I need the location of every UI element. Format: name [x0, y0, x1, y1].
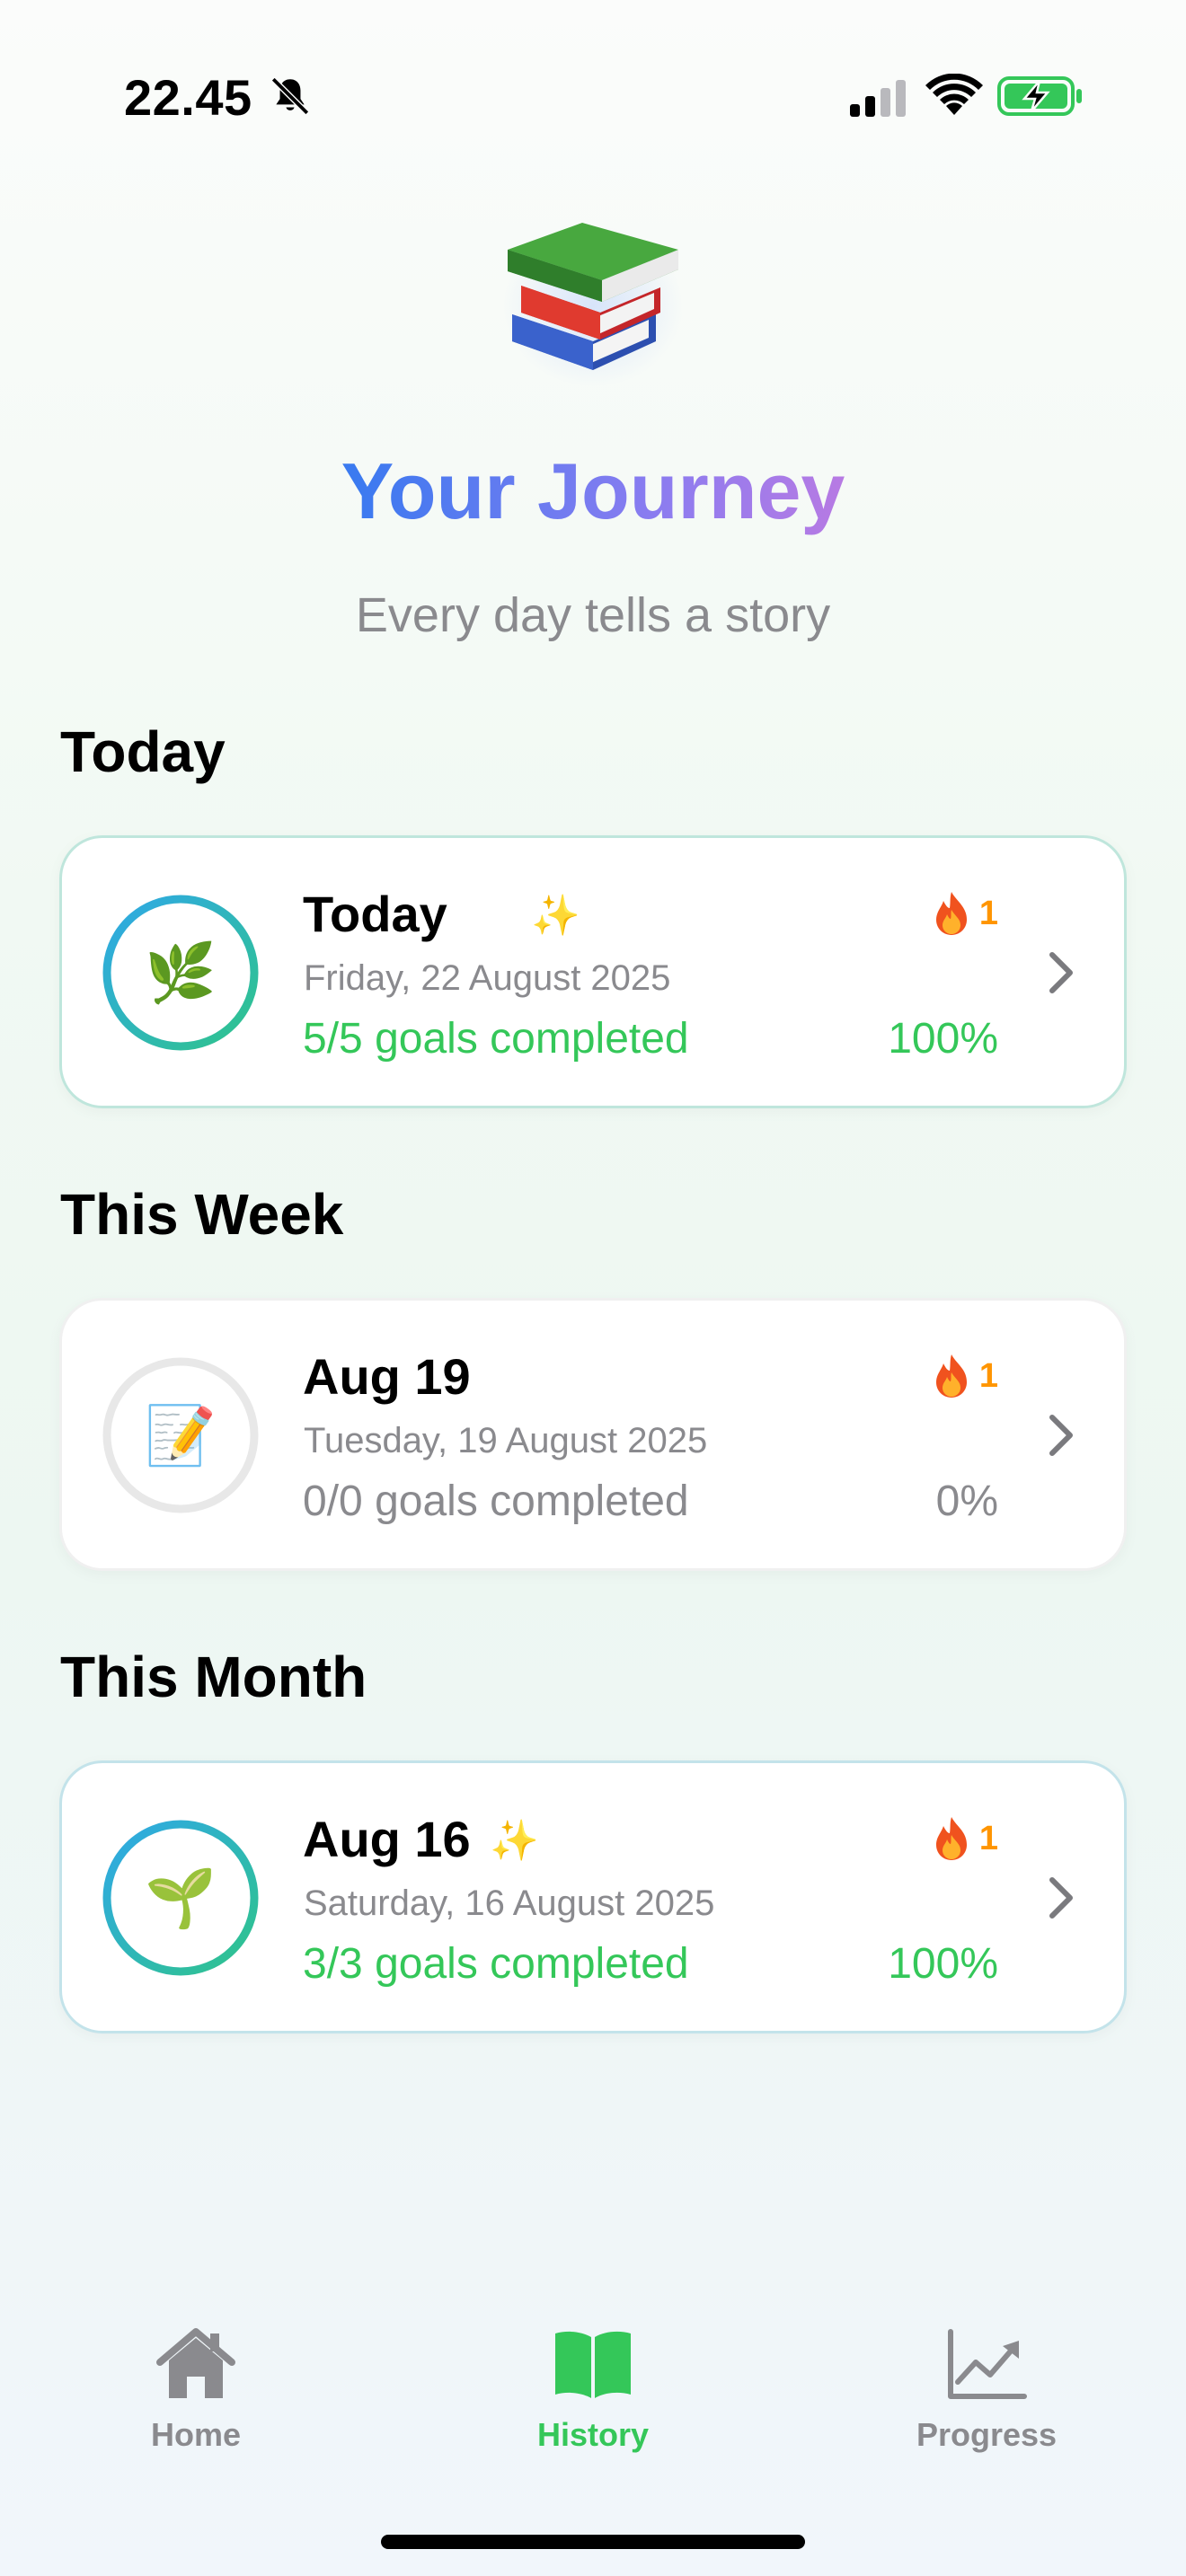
tab-label: Progress	[916, 2416, 1058, 2453]
section-title-this-week: This Week	[60, 1182, 344, 1247]
tab-bar: Home History Progress	[0, 2326, 1186, 2506]
completion-percent: 100%	[888, 1015, 998, 1063]
house-icon	[156, 2328, 235, 2398]
completion-percent: 0%	[935, 1478, 998, 1525]
flame-icon	[935, 892, 967, 935]
home-indicator[interactable]	[381, 2535, 805, 2549]
seedling-icon: 🌱	[145, 1865, 217, 1932]
tab-home[interactable]: Home	[88, 2326, 304, 2454]
card-title: Today	[303, 886, 447, 942]
goals-completed: 5/5 goals completed	[303, 1015, 689, 1063]
tab-history[interactable]: History	[485, 2326, 701, 2454]
card-title: Aug 16	[303, 1811, 471, 1867]
card-date: Saturday, 16 August 2025	[304, 1883, 715, 1923]
flame-icon	[935, 1817, 967, 1860]
flame-icon	[935, 1354, 967, 1398]
page-title: Your Journey	[0, 446, 1186, 537]
tab-progress[interactable]: Progress	[879, 2326, 1094, 2454]
section-title-today: Today	[60, 719, 226, 784]
card-date: Tuesday, 19 August 2025	[304, 1421, 708, 1460]
goals-completed: 0/0 goals completed	[303, 1478, 689, 1525]
completion-percent: 100%	[888, 1940, 998, 1988]
streak-badge: 1	[933, 1815, 998, 1862]
history-card-aug-16[interactable]: 🌱 Aug 16 ✨ 1 Saturday, 16 August 2025 3/…	[59, 1760, 1127, 2033]
chevron-right-icon	[1049, 952, 1073, 993]
section-title-this-month: This Month	[60, 1645, 367, 1709]
bell-slash-icon	[270, 76, 310, 116]
tab-label: History	[536, 2416, 650, 2453]
streak-count: 1	[978, 1356, 998, 1395]
wifi-icon	[925, 74, 983, 115]
chevron-right-icon	[1049, 1415, 1073, 1456]
cellular-signal-icon	[850, 80, 906, 117]
history-card-today[interactable]: 🌿 Today ✨ 1 Friday, 22 August 2025 5/5 g…	[59, 835, 1127, 1108]
battery-charging-icon	[997, 76, 1082, 116]
sparkles-icon: ✨	[531, 893, 580, 939]
status-bar: 22.45	[0, 0, 1186, 180]
books-icon	[508, 223, 678, 370]
streak-badge: 1	[933, 890, 998, 937]
card-date: Friday, 22 August 2025	[304, 958, 671, 998]
streak-count: 1	[978, 894, 998, 932]
chart-line-icon	[948, 2329, 1027, 2399]
memo-icon: 📝	[145, 1402, 217, 1469]
history-card-aug-19[interactable]: 📝 Aug 19 1 Tuesday, 19 August 2025 0/0 g…	[59, 1298, 1127, 1571]
open-book-icon	[555, 2331, 631, 2398]
page-subtitle: Every day tells a story	[355, 588, 831, 642]
herb-icon: 🌿	[145, 940, 217, 1007]
sparkles-icon: ✨	[490, 1818, 539, 1864]
card-title: Aug 19	[303, 1348, 471, 1405]
tab-label: Home	[150, 2416, 242, 2453]
streak-count: 1	[978, 1819, 998, 1857]
streak-badge: 1	[933, 1353, 998, 1399]
status-time: 22.45	[124, 69, 252, 126]
chevron-right-icon	[1049, 1877, 1073, 1919]
goals-completed: 3/3 goals completed	[303, 1940, 689, 1988]
